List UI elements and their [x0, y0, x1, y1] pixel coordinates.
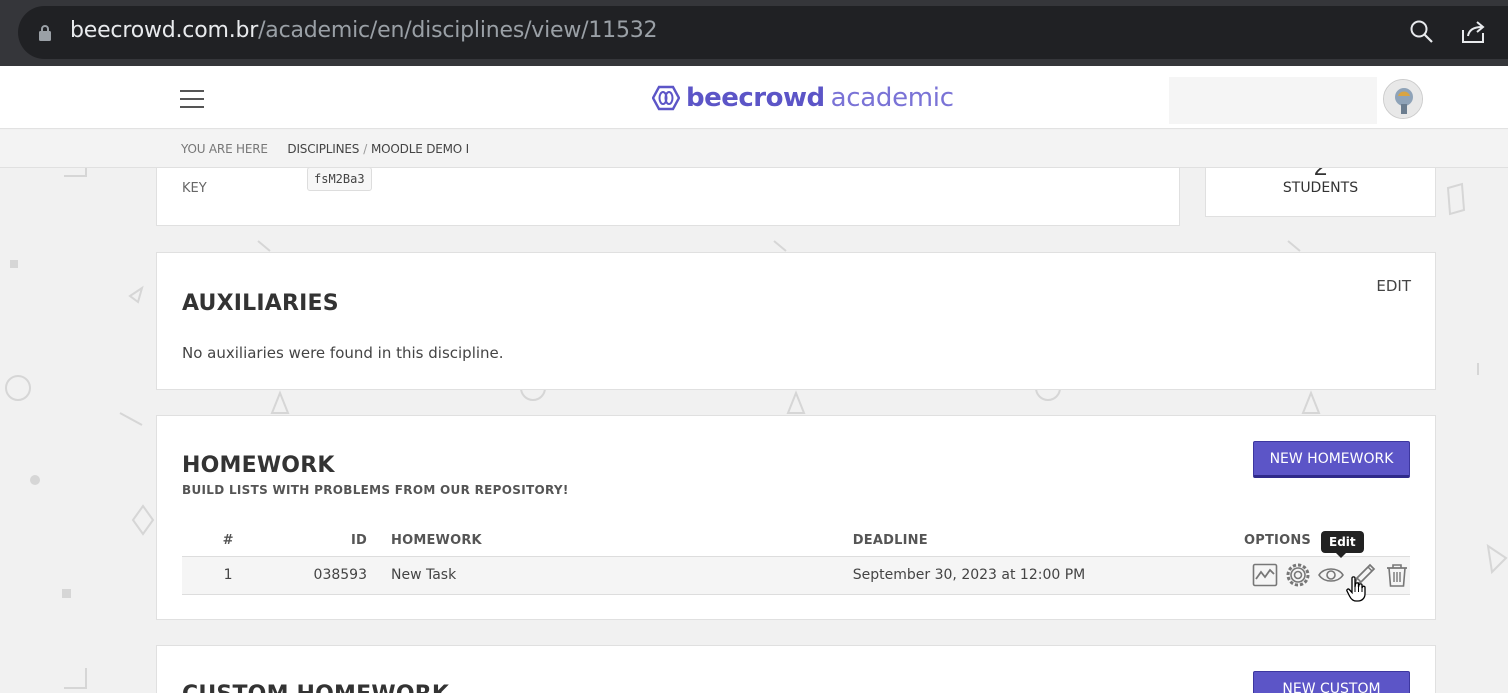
auxiliaries-empty-message: No auxiliaries were found in this discip…	[182, 344, 504, 362]
edit-tooltip: Edit	[1321, 531, 1364, 558]
row-options	[1148, 556, 1410, 595]
url-host: beecrowd.com.br	[70, 18, 259, 43]
breadcrumb-bar: YOU ARE HERE DISCIPLINES / MOODLE DEMO I	[0, 130, 1508, 168]
auxiliaries-card: AUXILIARIES EDIT No auxiliaries were fou…	[156, 252, 1436, 390]
trash-icon[interactable]	[1384, 562, 1410, 588]
key-label: KEY	[182, 181, 207, 196]
breadcrumb: YOU ARE HERE DISCIPLINES / MOODLE DEMO I	[181, 142, 469, 156]
row-deadline: September 30, 2023 at 12:00 PM	[852, 556, 1148, 595]
custom-homework-title: CUSTOM HOMEWORK	[182, 682, 449, 693]
header-search-box[interactable]	[1169, 77, 1377, 124]
auxiliaries-edit-link[interactable]: EDIT	[1376, 277, 1411, 295]
site-header: beecrowd academic	[0, 66, 1508, 129]
column-header-id[interactable]: ID	[250, 526, 367, 557]
homework-card: HOMEWORK BUILD LISTS WITH PROBLEMS FROM …	[156, 415, 1436, 620]
table-row[interactable]: 1 038593 New Task September 30, 2023 at …	[182, 556, 1410, 595]
row-homework-name[interactable]: New Task	[367, 556, 853, 595]
row-id: 038593	[250, 556, 367, 595]
breadcrumb-current: MOODLE DEMO I	[371, 142, 469, 156]
zoom-icon[interactable]	[1408, 18, 1436, 46]
column-header-deadline[interactable]: DEADLINE	[852, 526, 1148, 557]
eye-icon[interactable]	[1318, 562, 1344, 588]
chart-icon[interactable]	[1252, 562, 1278, 588]
homework-table: # ID HOMEWORK DEADLINE OPTIONS 1 038593 …	[182, 526, 1410, 595]
breadcrumb-prefix: YOU ARE HERE	[181, 142, 268, 156]
browser-toolbar: beecrowd.com.br/academic/en/disciplines/…	[0, 0, 1508, 66]
url-text[interactable]: beecrowd.com.br/academic/en/disciplines/…	[70, 16, 658, 46]
key-value: fsM2Ba3	[307, 168, 372, 191]
column-header-options: OPTIONS	[1148, 526, 1410, 557]
hand-cursor-icon	[1346, 576, 1366, 602]
breadcrumb-disciplines-link[interactable]: DISCIPLINES	[287, 142, 359, 156]
avatar[interactable]	[1383, 79, 1423, 119]
column-header-homework[interactable]: HOMEWORK	[367, 526, 853, 557]
new-custom-button[interactable]: NEW CUSTOM	[1253, 671, 1410, 693]
main-content: KEY fsM2Ba3 2 STUDENTS AUXILIARIES EDIT …	[0, 168, 1508, 693]
share-icon[interactable]	[1459, 18, 1487, 46]
lock-icon	[39, 25, 51, 41]
beecrowd-logo-icon	[652, 85, 680, 111]
homework-title: HOMEWORK	[182, 453, 335, 478]
logo[interactable]: beecrowd academic	[652, 83, 954, 113]
table-header-row: # ID HOMEWORK DEADLINE OPTIONS	[182, 526, 1410, 557]
avatar-image	[1384, 80, 1422, 118]
auxiliaries-title: AUXILIARIES	[182, 291, 339, 316]
logo-brand: beecrowd	[686, 83, 825, 113]
students-label: STUDENTS	[1282, 180, 1359, 196]
students-stat-card[interactable]: 2 STUDENTS	[1205, 168, 1436, 217]
students-count: 2	[1206, 168, 1435, 180]
gear-icon[interactable]	[1285, 562, 1311, 588]
logo-product: academic	[830, 83, 954, 113]
row-number: 1	[182, 556, 251, 595]
breadcrumb-separator: /	[363, 142, 368, 156]
column-header-number[interactable]: #	[182, 526, 251, 557]
discipline-info-card: KEY fsM2Ba3	[156, 168, 1180, 226]
homework-subtitle: BUILD LISTS WITH PROBLEMS FROM OUR REPOS…	[182, 483, 569, 497]
menu-icon[interactable]	[180, 90, 204, 108]
url-path: /academic/en/disciplines/view/11532	[258, 18, 658, 43]
custom-homework-card: CUSTOM HOMEWORK NEW CUSTOM	[156, 645, 1436, 693]
new-homework-button[interactable]: NEW HOMEWORK	[1253, 441, 1410, 478]
